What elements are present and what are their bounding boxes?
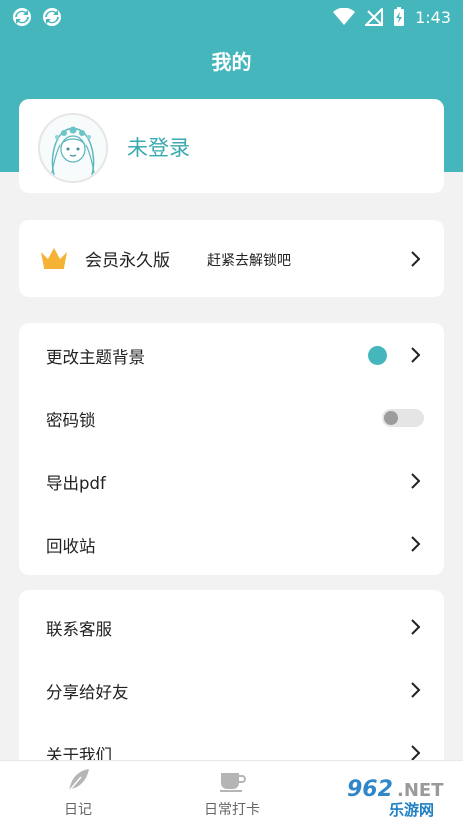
- avatar[interactable]: [38, 113, 108, 183]
- login-status[interactable]: 未登录: [127, 132, 190, 162]
- vip-subtitle: 赶紧去解锁吧: [207, 253, 291, 269]
- more-card: 联系客服 分享给好友 关于我们: [19, 590, 444, 780]
- cup-icon: [220, 773, 246, 792]
- tab-daily-checkin[interactable]: 日常打卡: [182, 761, 282, 824]
- no-signal-icon: [365, 8, 384, 26]
- theme-color-swatch: [368, 346, 387, 365]
- password-lock-toggle[interactable]: [382, 409, 424, 427]
- chevron-right-icon: [411, 473, 421, 489]
- tab-diary[interactable]: 日记: [28, 761, 128, 824]
- contact-service-row[interactable]: 联系客服: [19, 596, 444, 658]
- sync-notification-icon: [43, 8, 61, 26]
- svg-text:.NET: .NET: [397, 780, 444, 801]
- status-time: 1:43: [415, 7, 451, 27]
- sync-notification-icon: [13, 8, 31, 26]
- profile-card[interactable]: 未登录: [19, 99, 444, 193]
- export-pdf-row[interactable]: 导出pdf: [19, 450, 444, 512]
- crown-icon: [41, 248, 67, 269]
- chevron-right-icon: [411, 347, 421, 363]
- status-bar: 1:43: [0, 0, 463, 34]
- site-watermark-logo: 962 .NET 乐游网: [347, 777, 444, 818]
- contact-service-label: 联系客服: [46, 620, 112, 639]
- password-lock-label: 密码锁: [46, 411, 96, 430]
- tab-daily-checkin-label: 日常打卡: [204, 802, 260, 818]
- theme-background-row[interactable]: 更改主题背景: [19, 324, 444, 386]
- theme-background-label: 更改主题背景: [46, 348, 145, 367]
- settings-card: 更改主题背景 密码锁 导出pdf 回收站: [19, 323, 444, 575]
- recycle-bin-row[interactable]: 回收站: [19, 513, 444, 575]
- vip-card[interactable]: 会员永久版 赶紧去解锁吧: [19, 220, 444, 297]
- share-friends-row[interactable]: 分享给好友: [19, 659, 444, 721]
- vip-label: 会员永久版: [85, 251, 170, 271]
- chevron-right-icon: [411, 682, 421, 698]
- feather-icon: [68, 769, 89, 792]
- chevron-right-icon: [411, 619, 421, 635]
- wifi-icon: [333, 8, 356, 25]
- girl-avatar-icon: [51, 126, 95, 176]
- svg-text:乐游网: 乐游网: [389, 801, 434, 818]
- recycle-bin-label: 回收站: [46, 537, 96, 556]
- battery-charging-icon: [394, 7, 405, 26]
- chevron-right-icon: [411, 536, 421, 552]
- share-friends-label: 分享给好友: [46, 683, 129, 702]
- page-title: 我的: [211, 50, 252, 74]
- tab-diary-label: 日记: [64, 802, 92, 818]
- password-lock-row: 密码锁: [19, 387, 444, 449]
- toggle-knob: [384, 411, 398, 425]
- chevron-right-icon: [411, 251, 421, 267]
- export-pdf-label: 导出pdf: [46, 474, 106, 493]
- svg-text:962: 962: [347, 777, 393, 802]
